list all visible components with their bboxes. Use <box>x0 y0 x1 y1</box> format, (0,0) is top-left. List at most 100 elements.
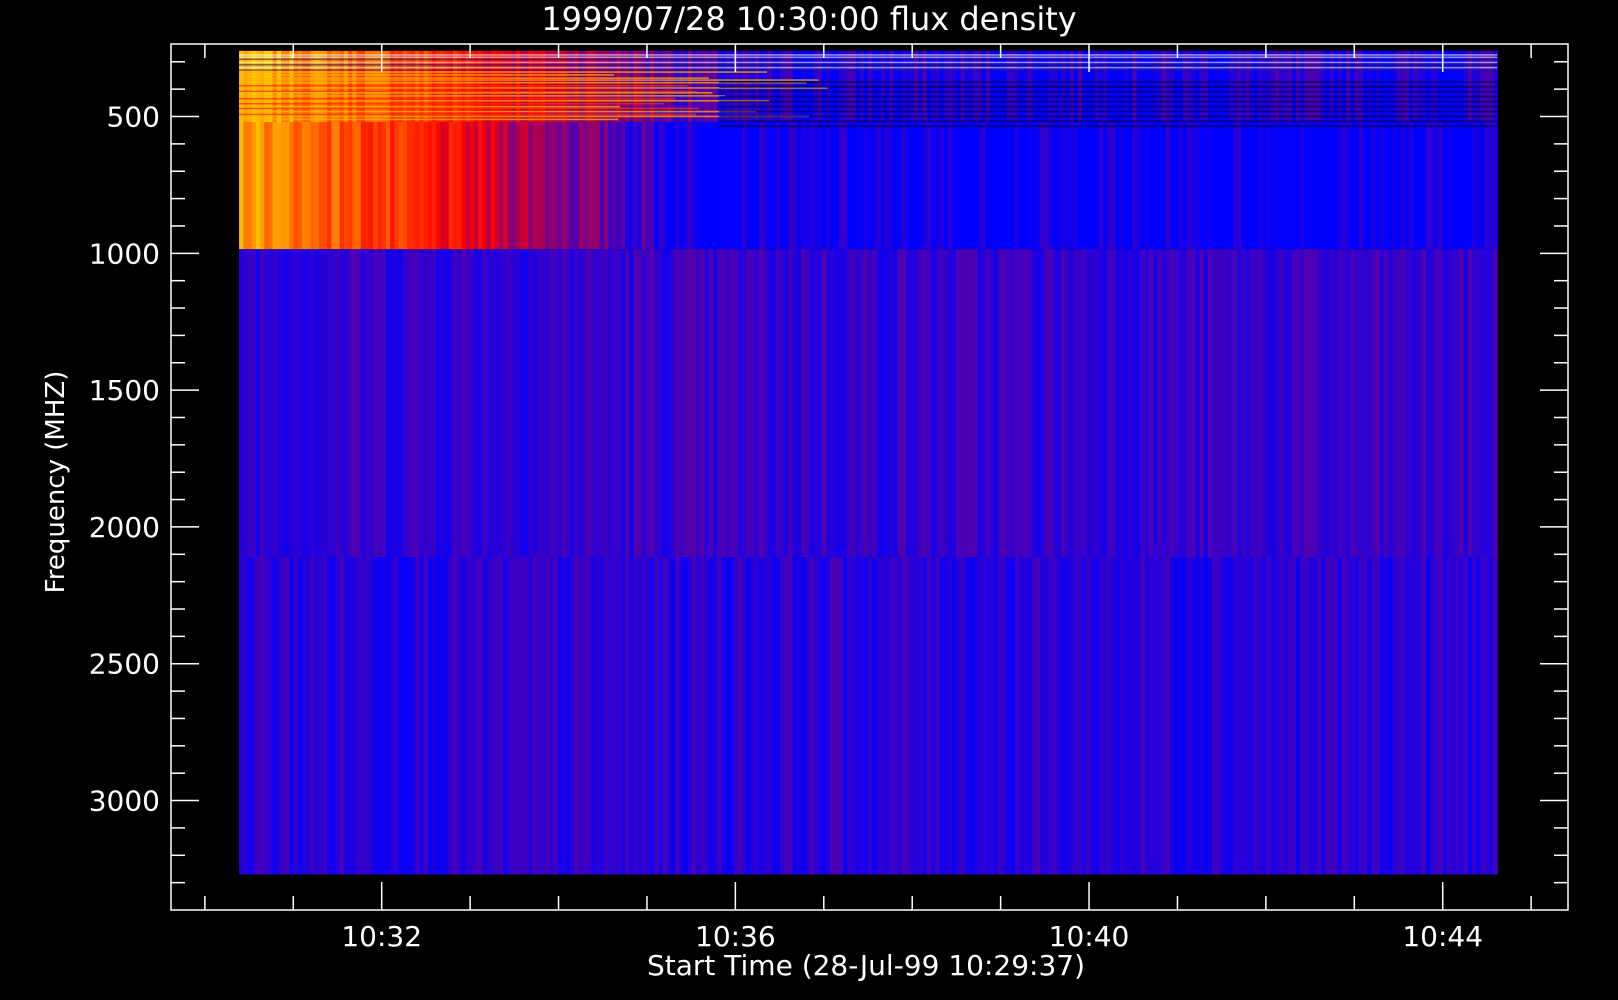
heatmap-cell <box>272 121 278 250</box>
heatmap-cell <box>1199 249 1205 558</box>
heatmap-cell <box>1119 249 1125 558</box>
heatmap-cell <box>419 249 425 558</box>
heatmap-cell <box>1442 557 1448 875</box>
heatmap-cell <box>1312 249 1318 558</box>
heatmap-cell <box>1098 249 1104 558</box>
heatmap-cell <box>633 121 639 250</box>
heatmap-cell <box>1384 249 1389 558</box>
heatmap-cell <box>1044 121 1050 250</box>
heatmap-cell <box>1438 249 1444 558</box>
heatmap-cell <box>1241 557 1247 875</box>
heatmap-cell <box>499 121 504 250</box>
heatmap-cell <box>1140 121 1146 250</box>
heatmap-cell <box>708 249 714 558</box>
heatmap-cell <box>901 249 907 558</box>
heatmap-cell <box>687 121 693 250</box>
heatmap-cell <box>859 121 865 250</box>
heatmap-line <box>239 102 664 105</box>
heatmap-line <box>239 69 1498 71</box>
heatmap-cell <box>662 557 668 875</box>
heatmap-cell <box>696 121 702 250</box>
y-tick-label: 1000 <box>89 237 160 270</box>
heatmap-cell <box>1094 249 1100 558</box>
heatmap-cell <box>931 557 936 875</box>
heatmap-cell <box>239 121 244 250</box>
heatmap-cell <box>1199 121 1205 250</box>
heatmap-cell <box>897 121 903 250</box>
heatmap-cell <box>574 249 580 558</box>
heatmap-cell <box>1405 121 1410 250</box>
heatmap-cell <box>1455 249 1461 558</box>
heatmap-cell <box>1304 557 1310 875</box>
heatmap-cell <box>658 121 664 250</box>
heatmap-cell <box>750 557 756 875</box>
heatmap-cell <box>939 121 945 250</box>
heatmap-cell <box>993 121 999 250</box>
heatmap-cell <box>889 557 894 875</box>
heatmap-cell <box>956 121 962 250</box>
heatmap-cell <box>1438 121 1444 250</box>
heatmap-cell <box>897 249 903 558</box>
heatmap-cell <box>260 249 265 558</box>
heatmap-cell <box>1094 121 1100 250</box>
heatmap-cell <box>1442 249 1448 558</box>
heatmap-cell <box>268 121 274 250</box>
heatmap-image <box>239 50 1498 875</box>
heatmap-cell <box>1388 249 1394 558</box>
heatmap-cell <box>440 121 446 250</box>
heatmap-cell <box>289 249 295 558</box>
heatmap-cell <box>1241 249 1247 558</box>
heatmap-cell <box>402 557 408 875</box>
heatmap-cell <box>1191 557 1196 875</box>
heatmap-cell <box>1124 557 1129 875</box>
heatmap-cell <box>289 121 295 250</box>
heatmap-cell <box>255 557 261 875</box>
heatmap-cell <box>1342 249 1347 558</box>
heatmap-cell <box>654 557 660 875</box>
heatmap-cell <box>1316 249 1322 558</box>
heatmap-line <box>239 74 614 76</box>
heatmap-cell <box>562 249 567 558</box>
heatmap-cell <box>335 121 341 250</box>
heatmap-cell <box>272 557 278 875</box>
heatmap-cell <box>1019 249 1024 558</box>
heatmap-cell <box>801 557 806 875</box>
heatmap-cell <box>738 249 743 558</box>
heatmap-cell <box>482 249 488 558</box>
heatmap-cell <box>645 121 651 250</box>
heatmap-cell <box>1035 249 1041 558</box>
heatmap-cell <box>1459 121 1465 250</box>
heatmap-cell <box>993 249 999 558</box>
heatmap-cell <box>641 249 647 558</box>
heatmap-cell <box>1405 557 1410 875</box>
heatmap-cell <box>1379 557 1385 875</box>
heatmap-cell <box>801 249 806 558</box>
heatmap-cell <box>545 249 551 558</box>
heatmap-cell <box>1165 121 1171 250</box>
heatmap-cell <box>1006 249 1012 558</box>
heatmap-cell <box>687 557 693 875</box>
heatmap-cell <box>780 249 785 558</box>
heatmap-cell <box>406 557 412 875</box>
heatmap-cell <box>834 557 840 875</box>
heatmap-cell <box>1010 557 1016 875</box>
heatmap-cell <box>1186 121 1192 250</box>
heatmap-cell <box>1144 249 1150 558</box>
heatmap-cell <box>1149 557 1154 875</box>
heatmap-cell <box>968 121 974 250</box>
y-axis-label: Frequency (MHZ) <box>41 371 71 594</box>
heatmap-cell <box>1069 557 1075 875</box>
heatmap-cell <box>243 121 249 250</box>
heatmap-cell <box>1321 557 1326 875</box>
heatmap-cell <box>1056 557 1062 875</box>
heatmap-cell <box>1409 249 1414 558</box>
heatmap-cell <box>952 557 957 875</box>
heatmap-cell <box>457 557 462 875</box>
heatmap-cell <box>356 249 362 558</box>
y-tick-label: 500 <box>107 101 160 134</box>
heatmap-cell <box>314 121 320 250</box>
heatmap-cell <box>599 557 605 875</box>
heatmap-cell <box>364 121 370 250</box>
heatmap-cell <box>809 557 815 875</box>
heatmap-cell <box>1165 249 1171 558</box>
